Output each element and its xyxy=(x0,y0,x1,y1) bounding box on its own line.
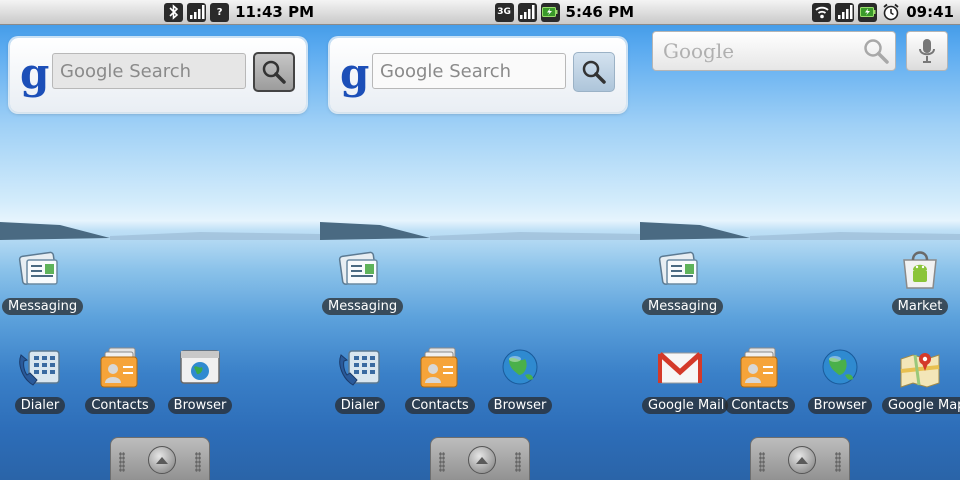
status-bar: 09:41 xyxy=(640,0,960,25)
dialer-icon xyxy=(339,350,380,386)
search-icon xyxy=(582,60,606,84)
app-maps[interactable]: Google Maps xyxy=(882,345,960,418)
shoreline xyxy=(640,222,960,240)
app-label: Contacts xyxy=(85,397,155,414)
battery-icon xyxy=(858,2,878,22)
status-bar: ? 11:43 PM xyxy=(0,0,320,25)
maps-icon xyxy=(900,353,940,388)
search-input[interactable]: Google Search xyxy=(52,53,246,89)
grip xyxy=(195,452,201,472)
app-label: Contacts xyxy=(405,397,475,414)
chevron-up-icon xyxy=(788,446,816,474)
grip xyxy=(439,452,445,472)
status-bar: 3G 5:46 PM xyxy=(320,0,640,25)
app-label: Browser xyxy=(167,397,233,414)
search-button[interactable] xyxy=(573,52,615,92)
chevron-up-icon xyxy=(148,446,176,474)
unknown-icon: ? xyxy=(210,2,230,22)
messaging-icon xyxy=(658,251,698,285)
google-search-widget[interactable]: g Google Search xyxy=(10,38,306,112)
google-logo: g xyxy=(20,49,50,98)
app-messaging[interactable]: Messaging xyxy=(322,246,404,319)
app-label: Dialer xyxy=(334,397,386,414)
app-label: Google Mail xyxy=(642,397,728,414)
app-gmail[interactable]: Google Mail xyxy=(642,345,728,418)
home-screen-3: 09:41 Google Messaging Market Google Mai… xyxy=(640,0,960,480)
app-dialer[interactable]: Dialer xyxy=(322,345,398,418)
app-contacts[interactable]: Contacts xyxy=(82,345,158,418)
search-input[interactable]: Google xyxy=(652,31,896,71)
app-contacts[interactable]: Contacts xyxy=(402,345,478,418)
app-label: Browser xyxy=(487,397,553,414)
grip xyxy=(835,452,841,472)
app-drawer-tab[interactable] xyxy=(110,437,210,480)
messaging-icon xyxy=(338,251,378,285)
google-search-bar[interactable]: Google xyxy=(650,28,950,76)
google-search-widget[interactable]: g Google Search xyxy=(330,38,626,112)
app-contacts[interactable]: Contacts xyxy=(722,345,798,418)
app-label: Messaging xyxy=(2,298,84,315)
microphone-icon xyxy=(919,39,935,63)
app-dialer[interactable]: Dialer xyxy=(2,345,78,418)
dialer-icon xyxy=(19,350,60,386)
battery-icon xyxy=(540,2,560,22)
search-input[interactable]: Google Search xyxy=(372,53,566,89)
alarm-icon xyxy=(881,3,900,22)
contacts-icon xyxy=(420,347,458,388)
clock: 11:43 PM xyxy=(235,3,314,21)
shoreline xyxy=(0,222,320,240)
voice-search-button[interactable] xyxy=(906,31,948,71)
grip xyxy=(759,452,765,472)
home-screen-2: 3G 5:46 PM g Google Search Messaging Dia… xyxy=(320,0,640,480)
contacts-icon xyxy=(740,347,778,388)
globe-icon xyxy=(502,349,538,385)
grip xyxy=(515,452,521,472)
gmail-icon xyxy=(658,352,702,384)
app-market[interactable]: Market xyxy=(882,246,958,319)
3g-icon: 3G xyxy=(494,2,514,22)
chevron-up-icon xyxy=(468,446,496,474)
globe-icon xyxy=(822,349,858,385)
app-messaging[interactable]: Messaging xyxy=(2,246,84,319)
app-browser[interactable]: Browser xyxy=(162,345,238,418)
shoreline xyxy=(320,222,640,240)
app-label: Dialer xyxy=(14,397,66,414)
search-icon xyxy=(262,60,286,84)
browser-icon xyxy=(180,350,220,384)
app-messaging[interactable]: Messaging xyxy=(642,246,724,319)
app-browser[interactable]: Browser xyxy=(482,345,558,418)
bluetooth-icon xyxy=(164,2,184,22)
clock: 09:41 xyxy=(906,3,954,21)
app-browser[interactable]: Browser xyxy=(802,345,878,418)
grip xyxy=(119,452,125,472)
google-logo: g xyxy=(340,49,370,98)
app-label: Contacts xyxy=(725,397,795,414)
app-drawer-tab[interactable] xyxy=(430,437,530,480)
app-label: Google Maps xyxy=(882,397,960,414)
search-icon[interactable] xyxy=(862,37,890,65)
app-label: Messaging xyxy=(642,298,724,315)
app-label: Messaging xyxy=(322,298,404,315)
messaging-icon xyxy=(18,251,58,285)
signal-icon xyxy=(187,2,207,22)
app-label: Market xyxy=(891,298,949,315)
market-icon xyxy=(903,251,937,289)
wifi-icon xyxy=(812,2,832,22)
signal-icon xyxy=(835,2,855,22)
search-button[interactable] xyxy=(253,52,295,92)
app-label: Browser xyxy=(807,397,873,414)
home-screen-1: ? 11:43 PM g Google Search Messaging Dia… xyxy=(0,0,320,480)
clock: 5:46 PM xyxy=(565,3,634,21)
contacts-icon xyxy=(100,347,138,388)
app-drawer-tab[interactable] xyxy=(750,437,850,480)
signal-icon xyxy=(517,2,537,22)
